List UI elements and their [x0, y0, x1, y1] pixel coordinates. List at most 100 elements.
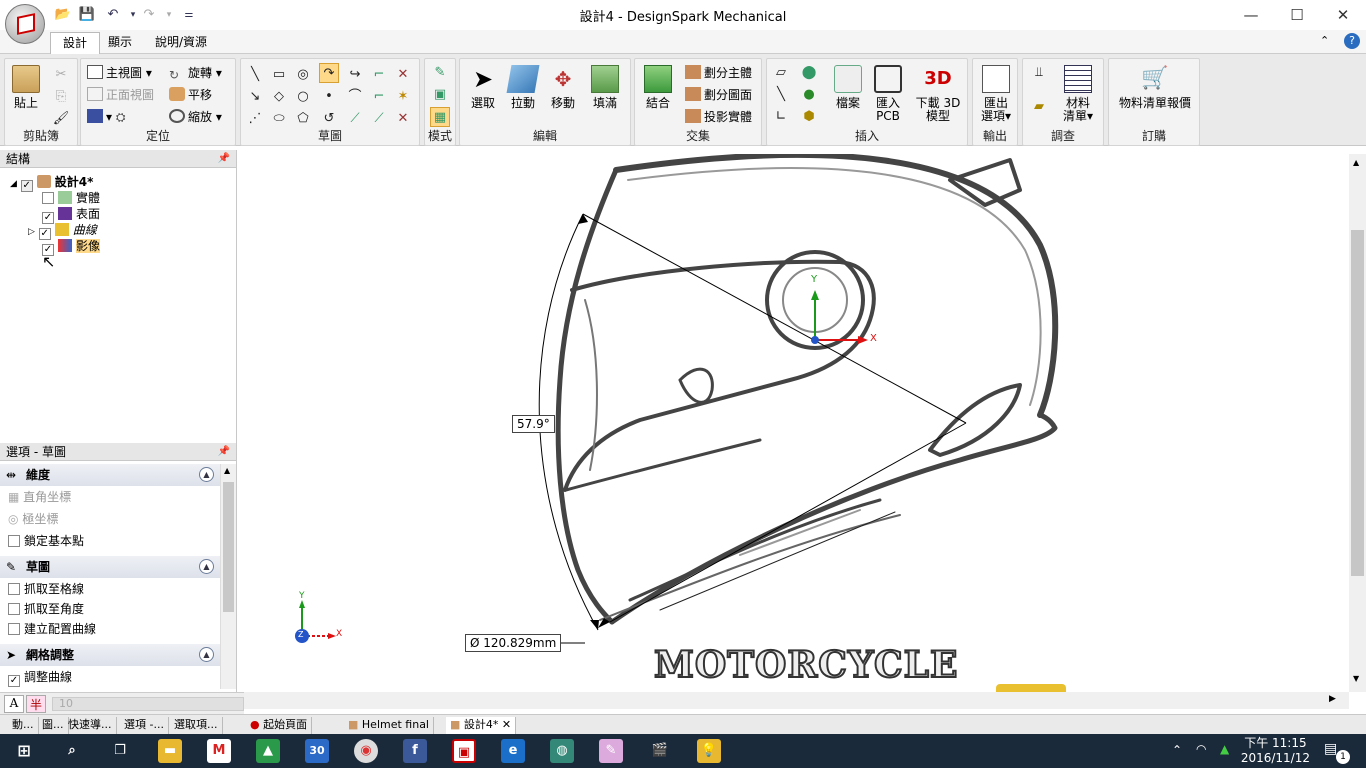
shell-icon[interactable]: ⬢	[799, 107, 819, 127]
tab-display[interactable]: 顯示	[96, 32, 144, 54]
option-lock-base-point[interactable]: 鎖定基本點	[8, 532, 84, 550]
sphere-icon[interactable]: ●	[799, 85, 819, 105]
extend-tool-icon[interactable]: ✶	[393, 87, 413, 107]
minimize-button[interactable]: —	[1228, 0, 1274, 30]
cylinder-icon[interactable]: ⬤	[799, 63, 819, 83]
section-mode-icon[interactable]: ▣	[430, 85, 450, 105]
trim-tool-icon[interactable]: ✕	[393, 65, 413, 85]
fill-button[interactable]: 填滿	[588, 65, 622, 110]
collapse-ribbon-icon[interactable]: ⌃	[1320, 34, 1329, 47]
panel-tab[interactable]: 選項 -...	[120, 717, 169, 734]
google-drive-tray-icon[interactable]: ▲	[1220, 742, 1229, 756]
point-tool-icon[interactable]: •	[319, 87, 339, 107]
designspark-icon[interactable]: ▣	[452, 739, 476, 763]
tree-item-surface[interactable]: ✓ 表面	[42, 206, 100, 224]
home-view-button[interactable]: 主視圖 ▾	[87, 63, 152, 83]
split-face-button[interactable]: 劃分圖面	[685, 85, 752, 105]
section-sketch[interactable]: ✎ 草圖 ▲	[0, 556, 220, 578]
front-view-button[interactable]: 正面視圖	[87, 85, 154, 105]
help-icon[interactable]: ?	[1344, 33, 1360, 49]
close-tab-icon[interactable]: ✕	[502, 718, 511, 731]
sketch-mode-icon[interactable]: ✎	[430, 63, 450, 83]
scroll-thumb[interactable]	[1351, 230, 1364, 576]
split-body-button[interactable]: 劃分主體	[685, 63, 752, 83]
option-layout-curves[interactable]: 建立配置曲線	[8, 620, 96, 638]
panel-tab[interactable]: 快速導...	[64, 717, 117, 734]
project-body-button[interactable]: 投影實體	[685, 107, 752, 127]
expand-icon[interactable]: ▷	[28, 227, 35, 237]
maximize-button[interactable]: ☐	[1274, 0, 1320, 30]
calendar-icon[interactable]: 30	[305, 739, 329, 763]
tab-help-resources[interactable]: 說明/資源	[143, 32, 219, 54]
app-logo[interactable]	[5, 4, 45, 44]
chinese-input-icon[interactable]: 半	[26, 695, 46, 713]
checkbox[interactable]	[8, 623, 20, 635]
ellipse-tool-icon[interactable]: ⬭	[269, 109, 289, 129]
tree-item-solid[interactable]: 實體	[42, 190, 100, 206]
checkbox[interactable]: ✓	[8, 675, 20, 687]
canvas-vertical-scrollbar[interactable]: ▲ ▼	[1349, 154, 1366, 692]
pin-icon[interactable]: 📌	[218, 150, 230, 168]
tray-chevron-icon[interactable]: ⌃	[1172, 743, 1182, 757]
copy-icon[interactable]: ⎘	[51, 87, 71, 107]
three-point-rect-tool-icon[interactable]: ◇	[269, 87, 289, 107]
import-pcb-button[interactable]: 匯入 PCB	[871, 65, 905, 123]
diameter-dimension[interactable]: Ø 120.829mm	[465, 634, 562, 652]
axis-icon[interactable]: ╲	[771, 85, 791, 105]
project-tool-icon[interactable]: ⟋	[369, 109, 389, 129]
insert-file-button[interactable]: 檔案	[831, 65, 865, 110]
move-button[interactable]: ✥ 移動	[546, 65, 580, 110]
checkbox[interactable]	[8, 583, 20, 595]
cut-icon[interactable]: ✂	[51, 65, 71, 85]
doc-tab-start[interactable]: ● 起始頁面	[246, 717, 313, 734]
fillet-tool-icon[interactable]: ⌐	[369, 65, 389, 85]
tree-item-curves[interactable]: ▷ ✓ 曲線	[28, 222, 97, 240]
bom-quote-button[interactable]: 🛒 物料清單報價	[1113, 65, 1197, 110]
angle-dimension[interactable]: 57.9°	[512, 415, 555, 433]
circle-tool-icon[interactable]: ◎	[293, 65, 313, 85]
internet-explorer-icon[interactable]: e	[501, 739, 525, 763]
checkbox[interactable]	[8, 535, 20, 547]
undo-icon[interactable]: ↶	[104, 6, 122, 24]
three-point-circle-tool-icon[interactable]: ○	[293, 87, 313, 107]
rectangle-tool-icon[interactable]: ▭	[269, 65, 289, 85]
option-polar[interactable]: ◎ 極坐標	[8, 510, 58, 528]
task-view-icon[interactable]: ❐	[108, 739, 132, 763]
split-line-tool-icon[interactable]: ✕	[393, 109, 413, 129]
tab-design[interactable]: 設計	[50, 32, 101, 54]
design-canvas[interactable]: Y X Y X Z 57.9° Ø 120.829mm MOTORCYCLE	[244, 154, 1349, 692]
view-cube-button[interactable]: ▾ ⛭	[87, 107, 125, 127]
collapse-section-icon[interactable]: ▲	[199, 559, 214, 574]
section-mesh-adjust[interactable]: ➤ 網格調整 ▲	[0, 644, 220, 666]
option-adjust-curves[interactable]: ✓ 調整曲線	[8, 668, 72, 687]
mass-icon[interactable]: ▰	[1029, 97, 1049, 117]
options-scrollbar[interactable]: ▲	[220, 464, 236, 689]
panel-tab[interactable]: 動...	[8, 717, 39, 734]
section-dimension[interactable]: ⇹ 維度 ▲	[0, 464, 220, 486]
collapse-section-icon[interactable]: ▲	[199, 467, 214, 482]
zoom-button[interactable]: 縮放 ▾	[169, 107, 222, 127]
collapse-icon[interactable]: ◢	[10, 179, 17, 189]
offset-tool-icon[interactable]: ⌐	[369, 87, 389, 107]
3d-mode-icon[interactable]: ▦	[430, 107, 450, 127]
three-point-arc-tool-icon[interactable]: ⌒	[345, 87, 365, 107]
option-snap-grid[interactable]: 抓取至格線	[8, 580, 84, 598]
scroll-up-icon[interactable]: ▲	[224, 466, 230, 475]
paint-icon[interactable]: ✎	[599, 739, 623, 763]
export-options-button[interactable]: 匯出 選項▾	[977, 65, 1015, 123]
spline-tool-icon[interactable]: ↺	[319, 109, 339, 129]
text-icon[interactable]: A	[4, 695, 24, 713]
bom-button[interactable]: 材料 清單▾	[1057, 65, 1099, 123]
tangent-line-tool-icon[interactable]: ↘	[245, 87, 265, 107]
globe-app-icon[interactable]: ◍	[550, 739, 574, 763]
panel-tab[interactable]: 選取項...	[170, 717, 223, 734]
tangent-arc-tool-icon[interactable]: ↷	[319, 63, 339, 83]
option-cartesian[interactable]: ▦ 直角坐標	[8, 488, 71, 506]
save-icon[interactable]: 💾	[78, 6, 96, 24]
google-drive-icon[interactable]: ▲	[256, 739, 280, 763]
doc-tab-design4[interactable]: ■ 設計4* ✕	[446, 717, 517, 734]
select-button[interactable]: ➤ 選取	[466, 65, 500, 110]
bend-tool-icon[interactable]: ⟋	[345, 109, 365, 129]
plane-icon[interactable]: ▱	[771, 63, 791, 83]
combine-button[interactable]: 結合	[641, 65, 675, 110]
